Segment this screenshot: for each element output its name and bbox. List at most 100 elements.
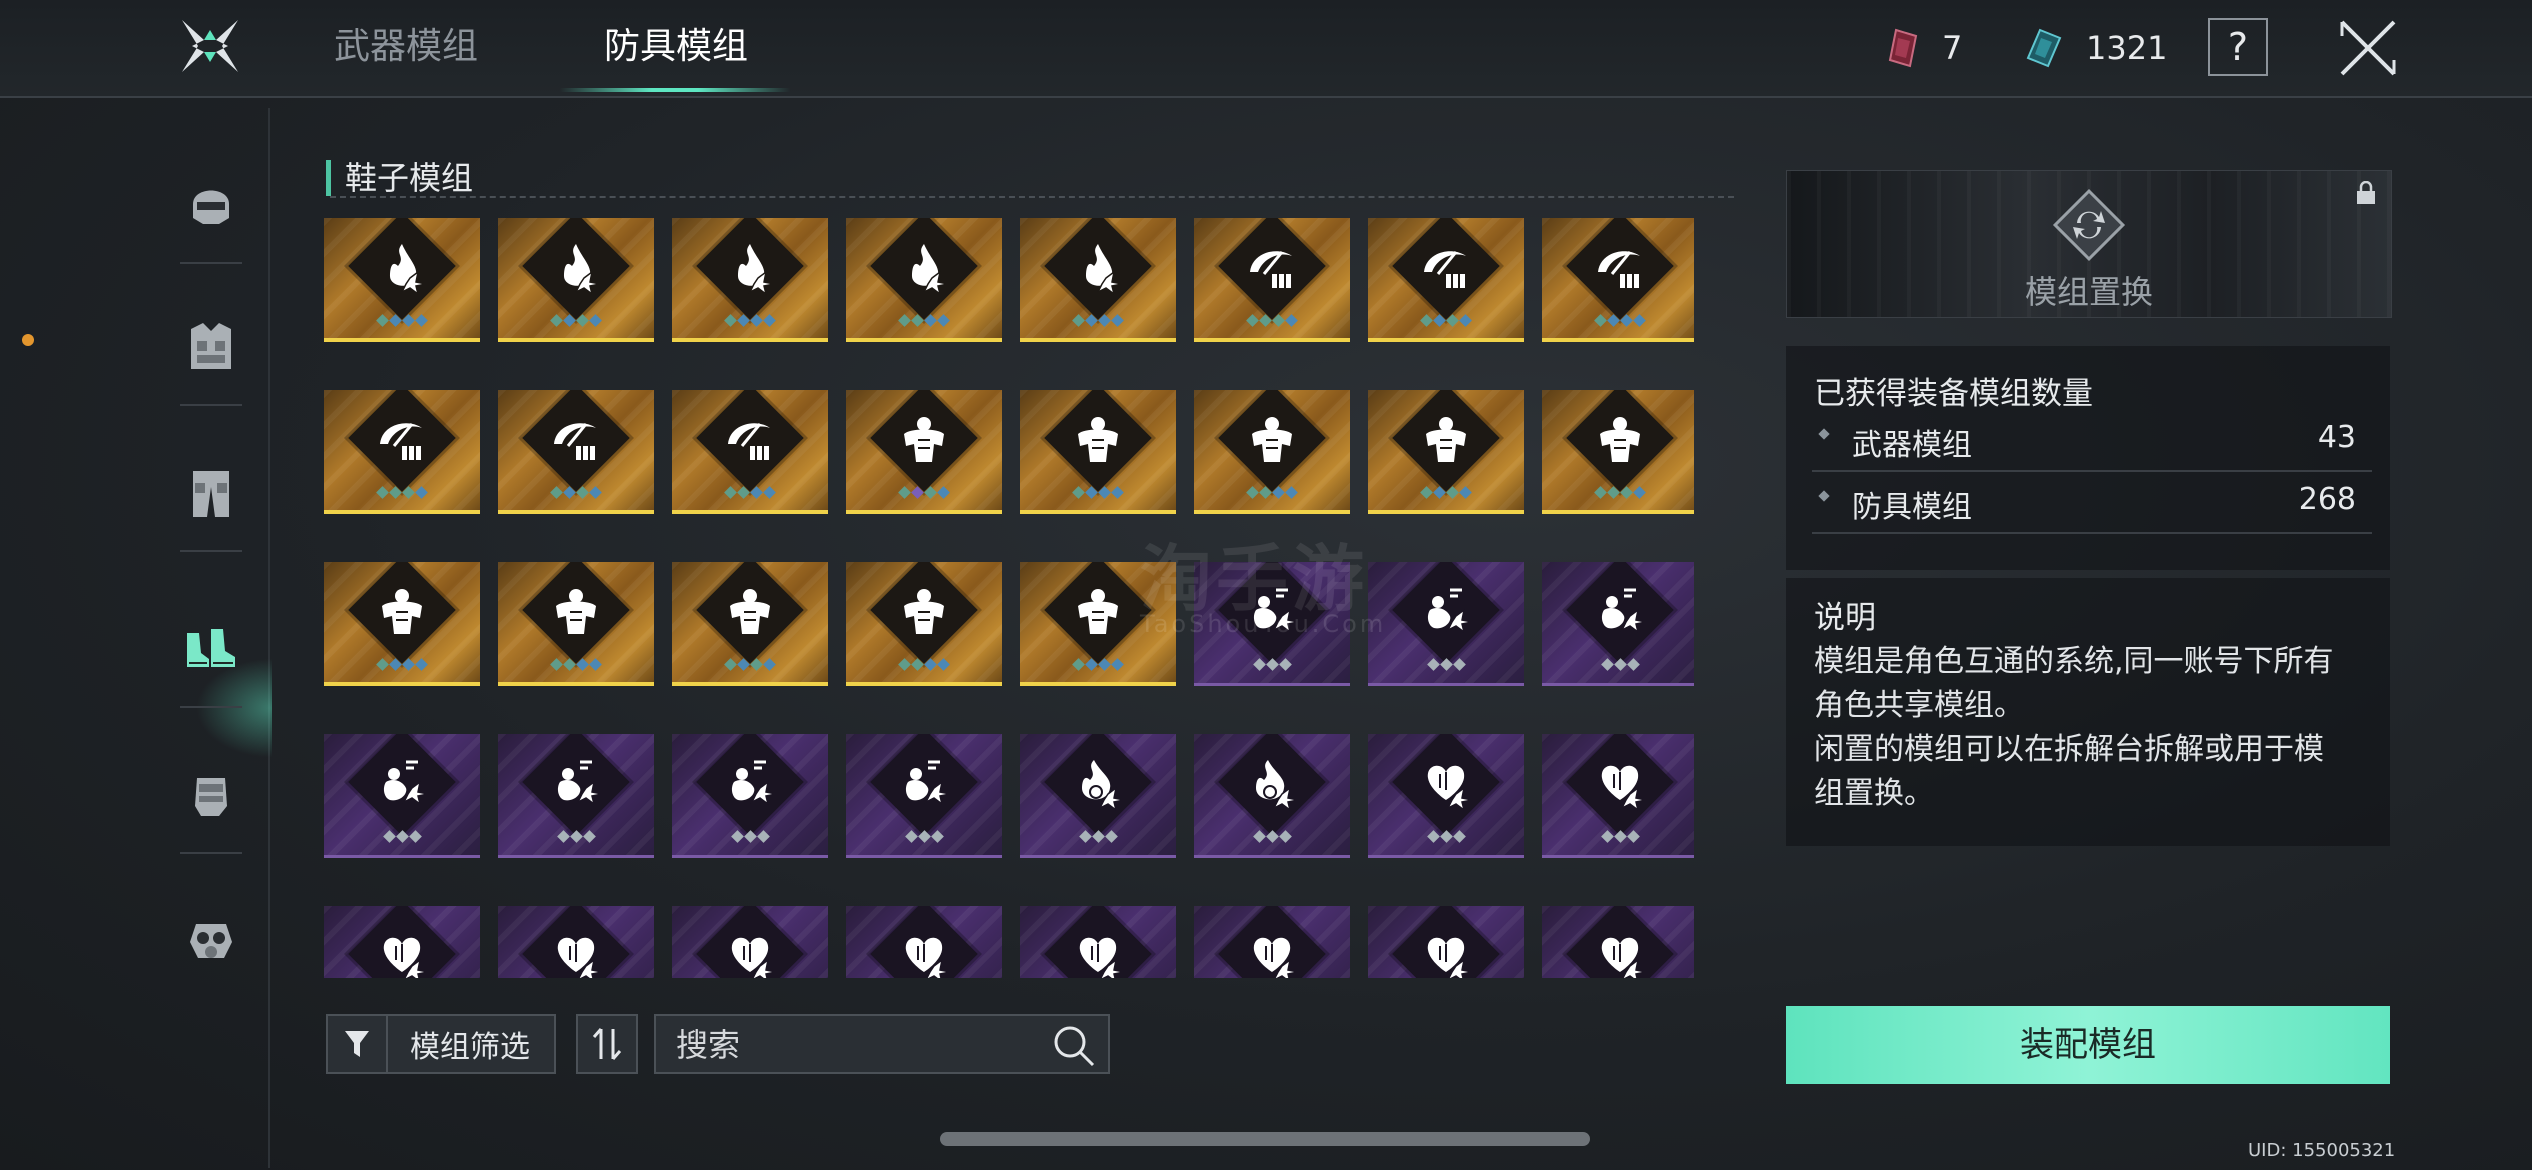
mod-quality-pips bbox=[1194, 486, 1350, 499]
mod-card[interactable] bbox=[672, 218, 828, 342]
quality-pip bbox=[763, 314, 776, 327]
sidebar-item-boots[interactable] bbox=[176, 612, 246, 682]
heart-icon bbox=[905, 937, 951, 978]
flame-icon bbox=[390, 244, 427, 296]
mod-card[interactable] bbox=[1542, 906, 1694, 978]
scythe-ammo-icon bbox=[1598, 251, 1640, 288]
sidebar-item-gloves[interactable] bbox=[176, 758, 246, 828]
muscle-icon bbox=[1600, 417, 1640, 462]
quality-pip bbox=[730, 830, 744, 843]
description-title: 说明 bbox=[1814, 600, 1876, 636]
rail-separator bbox=[180, 852, 242, 854]
heart-icon bbox=[1427, 937, 1473, 978]
mod-card[interactable] bbox=[1368, 390, 1524, 514]
quality-pip bbox=[1613, 830, 1627, 843]
mod-card[interactable] bbox=[846, 390, 1002, 514]
sort-button[interactable] bbox=[576, 1014, 638, 1074]
mod-card[interactable] bbox=[1542, 390, 1694, 514]
scythe-ammo-icon bbox=[728, 423, 770, 460]
sidebar-item-vest[interactable] bbox=[176, 312, 246, 382]
close-icon[interactable] bbox=[2336, 16, 2400, 80]
mod-card[interactable] bbox=[672, 562, 828, 686]
mod-card[interactable] bbox=[1194, 906, 1350, 978]
quality-pip bbox=[1246, 486, 1259, 499]
sidebar-item-helmet[interactable] bbox=[176, 168, 246, 238]
muscle-icon bbox=[1078, 417, 1118, 462]
mod-card[interactable] bbox=[498, 906, 654, 978]
tab-armor-mods[interactable]: 防具模组 bbox=[604, 22, 748, 72]
search-input[interactable] bbox=[674, 1024, 1048, 1066]
mod-card[interactable] bbox=[498, 734, 654, 858]
mod-card[interactable] bbox=[1542, 562, 1694, 686]
quality-pip bbox=[1433, 486, 1446, 499]
quality-pip bbox=[937, 486, 950, 499]
mod-card[interactable] bbox=[324, 562, 480, 686]
mod-card[interactable] bbox=[846, 562, 1002, 686]
mod-card[interactable] bbox=[846, 218, 1002, 342]
home-indicator[interactable] bbox=[940, 1132, 1590, 1146]
mod-card[interactable] bbox=[1194, 734, 1350, 858]
quality-pip bbox=[1085, 314, 1098, 327]
quality-pip bbox=[563, 314, 576, 327]
quality-pip bbox=[1104, 830, 1118, 843]
mod-grid[interactable] bbox=[324, 218, 1694, 978]
mod-quality-pips bbox=[1020, 486, 1176, 499]
mod-count-title: 已获得装备模组数量 bbox=[1814, 376, 2093, 412]
mod-quality-pips bbox=[324, 314, 480, 327]
mod-card[interactable] bbox=[498, 218, 654, 342]
mod-card[interactable] bbox=[324, 218, 480, 342]
mod-card[interactable] bbox=[672, 390, 828, 514]
stat-label: 防具模组 bbox=[1852, 490, 1972, 525]
mod-card[interactable] bbox=[1368, 734, 1524, 858]
help-button[interactable]: ? bbox=[2208, 18, 2268, 76]
heart-icon bbox=[1427, 765, 1473, 812]
quality-pip bbox=[898, 658, 911, 671]
equipment-slot-rail bbox=[0, 98, 272, 1170]
quality-pip bbox=[898, 486, 911, 499]
mod-card[interactable] bbox=[1368, 562, 1524, 686]
mod-card[interactable] bbox=[846, 906, 1002, 978]
mod-card[interactable] bbox=[324, 390, 480, 514]
muscle-icon bbox=[556, 589, 596, 634]
mod-card[interactable] bbox=[1194, 218, 1350, 342]
section-divider bbox=[330, 196, 1734, 198]
sidebar-item-gas-mask[interactable] bbox=[176, 906, 246, 976]
game-logo-icon bbox=[182, 20, 238, 72]
mod-card[interactable] bbox=[846, 734, 1002, 858]
stat-value: 268 bbox=[2298, 482, 2356, 517]
quality-pip bbox=[898, 314, 911, 327]
mod-quality-pips bbox=[498, 658, 654, 671]
mod-card[interactable] bbox=[1368, 218, 1524, 342]
description-panel: 说明 模组是角色互通的系统,同一账号下所有 角色共享模组。 闲置的模组可以在拆解… bbox=[1786, 578, 2390, 846]
mod-card[interactable] bbox=[1020, 390, 1176, 514]
mod-card[interactable] bbox=[1542, 734, 1694, 858]
notification-dot bbox=[22, 334, 34, 346]
quality-pip bbox=[756, 830, 770, 843]
mod-card[interactable] bbox=[672, 906, 828, 978]
mod-card[interactable] bbox=[1542, 218, 1694, 342]
mod-filter-button[interactable]: 模组筛选 bbox=[326, 1014, 556, 1074]
mod-card[interactable] bbox=[1194, 390, 1350, 514]
mod-card[interactable] bbox=[498, 390, 654, 514]
search-box[interactable] bbox=[654, 1014, 1110, 1074]
tab-weapon-mods[interactable]: 武器模组 bbox=[334, 22, 478, 72]
search-icon[interactable] bbox=[1052, 1024, 1096, 1068]
quality-pip bbox=[1594, 486, 1607, 499]
mod-swap-preview[interactable]: 模组置换 bbox=[1786, 170, 2392, 318]
quality-pip bbox=[750, 314, 763, 327]
mod-card[interactable] bbox=[1020, 906, 1176, 978]
sidebar-item-pants[interactable] bbox=[176, 458, 246, 528]
quality-pip bbox=[402, 486, 415, 499]
mod-card[interactable] bbox=[1020, 734, 1176, 858]
mod-card[interactable] bbox=[498, 562, 654, 686]
equip-mod-button[interactable]: 装配模组 bbox=[1786, 1006, 2390, 1084]
mod-card[interactable] bbox=[1368, 906, 1524, 978]
mod-card[interactable] bbox=[672, 734, 828, 858]
mod-card[interactable] bbox=[324, 734, 480, 858]
quality-pip bbox=[911, 486, 924, 499]
quality-pip bbox=[1600, 830, 1614, 843]
quality-pip bbox=[1272, 314, 1285, 327]
mod-card[interactable] bbox=[1020, 218, 1176, 342]
mod-card[interactable] bbox=[324, 906, 480, 978]
mod-quality-pips bbox=[1194, 314, 1350, 327]
